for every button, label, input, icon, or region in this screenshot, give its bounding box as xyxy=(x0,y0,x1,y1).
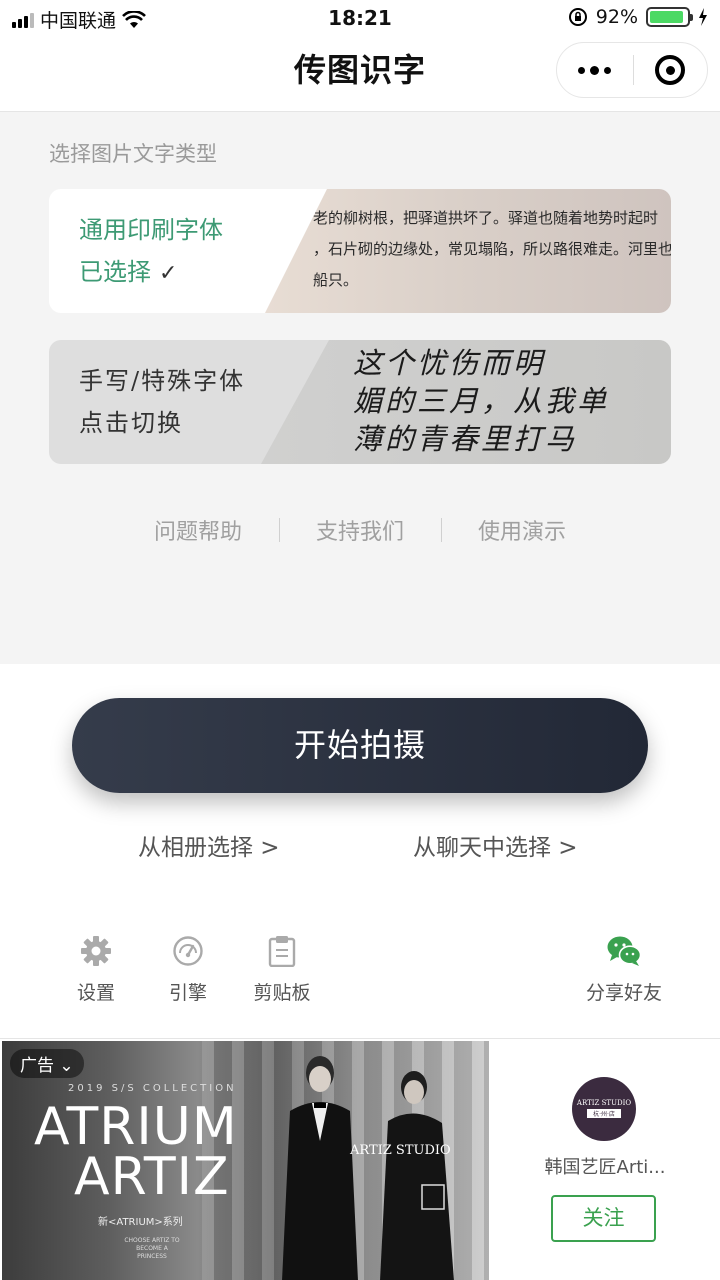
charging-icon xyxy=(699,8,707,26)
engine-button[interactable]: 引擎 xyxy=(162,932,214,1005)
help-links: 问题帮助 支持我们 使用演示 xyxy=(0,514,720,546)
logo-text-bottom: 杭·州·店 xyxy=(587,1109,621,1118)
follow-button[interactable]: 关注 xyxy=(551,1195,656,1242)
handwritten-sample-line: 薄的青春里打马 xyxy=(353,422,578,456)
miniprogram-capsule xyxy=(556,42,708,98)
selected-label: 已选择 xyxy=(79,258,151,286)
ad-title-artiz: ARTIZ xyxy=(74,1147,230,1207)
clipboard-icon xyxy=(268,936,296,967)
ad-series-text: 新<ATRIUM>系列 xyxy=(98,1217,183,1228)
ad-model-woman xyxy=(380,1071,454,1280)
ad-label-badge[interactable]: 广告 ⌄ xyxy=(10,1049,84,1078)
handwritten-sample-line: 这个忧伤而明 xyxy=(353,346,546,380)
section-label: 选择图片文字类型 xyxy=(49,142,217,166)
handwritten-font-title: 手写/特殊字体 xyxy=(79,367,246,395)
handwritten-sample-image: 这个忧伤而明 媚的三月，从我单 薄的青春里打马 xyxy=(261,340,671,464)
demo-link[interactable]: 使用演示 xyxy=(442,514,603,546)
battery-percent: 92% xyxy=(595,6,638,28)
engine-label: 引擎 xyxy=(168,982,207,1004)
printed-font-card[interactable]: 老的柳树根，把驿道拱坏了。驿道也随着地势时起时 ，石片砌的边缘处，常见塌陷，所以… xyxy=(49,189,671,313)
status-bar: 中国联通 18:21 92% xyxy=(0,0,720,40)
ad-collection-text: 2019 S/S COLLECTION xyxy=(68,1083,237,1094)
orientation-lock-icon xyxy=(568,8,587,26)
ad-banner[interactable]: 广告 ⌄ 2019 S/S COLLECTION ATRIUM ARTIZ 新<… xyxy=(0,1038,720,1280)
more-icon[interactable] xyxy=(557,43,633,97)
logo-text-top: ARTIZ STUDIO xyxy=(576,1099,632,1107)
share-label: 分享好友 xyxy=(585,982,662,1004)
clipboard-label: 剪贴板 xyxy=(253,982,311,1004)
gear-icon xyxy=(81,936,111,966)
printed-sample-line: ，石片砌的边缘处，常见塌陷，所以路很难走。河里也不见 xyxy=(313,240,671,258)
ad-model-man xyxy=(282,1056,358,1280)
ad-label-text: 广告 xyxy=(20,1056,54,1076)
chevron-down-icon: ⌄ xyxy=(59,1056,74,1076)
support-link[interactable]: 支持我们 xyxy=(280,514,441,546)
printed-sample-line: 船只。 xyxy=(313,271,359,289)
printed-font-status: 已选择 ✓ xyxy=(79,251,223,295)
battery-icon xyxy=(646,7,693,27)
battery-fill xyxy=(650,11,684,23)
check-icon: ✓ xyxy=(159,261,178,286)
settings-button[interactable]: 设置 xyxy=(70,932,122,1005)
nav-bar: 传图识字 xyxy=(0,40,720,112)
choose-from-chat-link[interactable]: 从聊天中选择 > xyxy=(413,828,578,862)
ad-tagline: CHOOSE ARTIZ TO BECOME A PRINCESS xyxy=(124,1237,180,1260)
handwritten-font-status: 点击切换 xyxy=(79,409,183,437)
font-type-panel: 选择图片文字类型 老的柳树根，把驿道拱坏了。驿道也随着地势时起时 ，石片砌的边缘… xyxy=(0,112,720,664)
start-capture-button[interactable]: 开始拍摄 xyxy=(72,698,648,793)
status-right: 92% xyxy=(568,6,708,28)
wechat-icon xyxy=(607,936,642,966)
choose-from-album-link[interactable]: 从相册选择 > xyxy=(138,828,280,862)
handwritten-font-card[interactable]: 这个忧伤而明 媚的三月，从我单 薄的青春里打马 手写/特殊字体 点击切换 xyxy=(49,340,671,464)
printed-font-title: 通用印刷字体 xyxy=(79,216,223,244)
advertiser-name: 韩国艺匠Arti... xyxy=(544,1157,666,1178)
ad-image[interactable]: 广告 ⌄ 2019 S/S COLLECTION ATRIUM ARTIZ 新<… xyxy=(2,1041,489,1280)
help-link[interactable]: 问题帮助 xyxy=(118,514,279,546)
clipboard-button[interactable]: 剪贴板 xyxy=(248,932,316,1005)
share-friends-button[interactable]: 分享好友 xyxy=(582,932,666,1005)
printed-sample-line: 老的柳树根，把驿道拱坏了。驿道也随着地势时起时 xyxy=(313,209,659,227)
handwritten-sample-line: 媚的三月，从我单 xyxy=(353,384,610,418)
printed-sample-image: 老的柳树根，把驿道拱坏了。驿道也随着地势时起时 ，石片砌的边缘处，常见塌陷，所以… xyxy=(265,189,671,313)
gauge-icon xyxy=(173,936,203,966)
settings-label: 设置 xyxy=(76,982,115,1004)
advertiser-logo[interactable]: ARTIZ STUDIO 杭·州·店 xyxy=(572,1077,636,1141)
ad-studio-text: ARTIZ STUDIO xyxy=(350,1143,451,1158)
target-circle-icon[interactable] xyxy=(634,43,708,97)
ad-advertiser-panel: ARTIZ STUDIO 杭·州·店 韩国艺匠Arti... 关注 xyxy=(490,1039,720,1280)
